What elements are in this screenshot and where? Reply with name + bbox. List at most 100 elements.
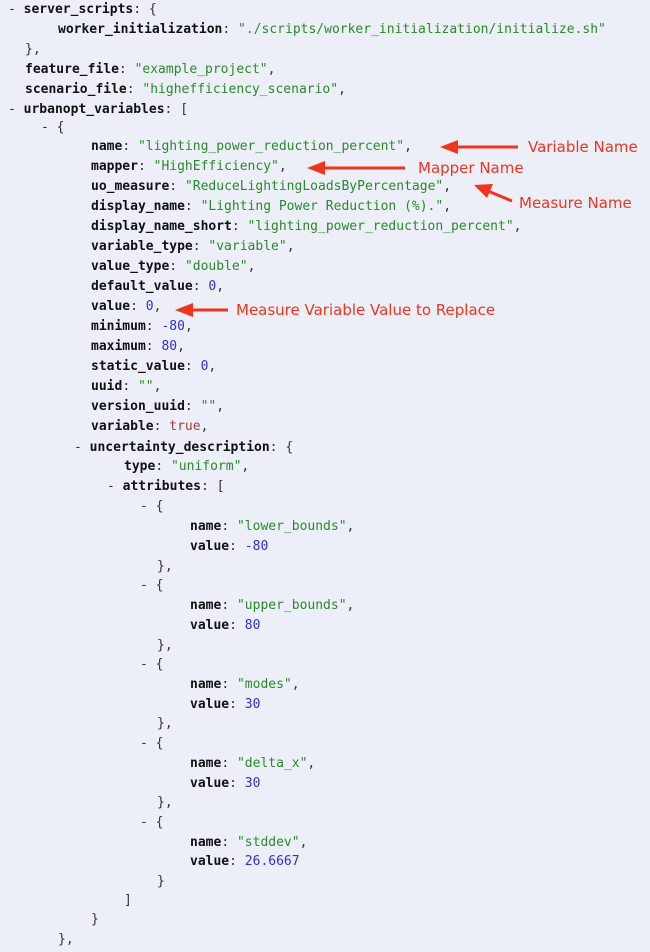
comma: , [184,319,193,334]
json-string-value: "lower_bounds" [236,519,347,534]
comma: , [208,359,217,374]
colon: : [153,419,170,434]
collapse-toggle[interactable]: - [8,2,16,17]
json-line-value: value: 30 [190,695,260,715]
json-line-type: type: "uniform", [124,457,249,477]
json-bracket-line: - { [140,497,163,517]
json-key: feature_file [25,62,119,77]
colon: : [229,776,245,791]
arrow-variable-name-icon [440,140,518,154]
json-bracket-line: ] [124,891,132,911]
json-bracket-line: }, [157,714,173,734]
comma: , [241,459,250,474]
collapse-toggle[interactable]: - [74,440,82,455]
json-number-value: 30 [244,776,261,791]
annotation-variable-name: Variable Name [528,138,638,156]
colon: : [221,519,237,534]
open-bracket: { [56,120,65,135]
colon: : [126,82,143,97]
json-key: urbanopt_variables [23,102,165,117]
json-number-value: 26.6667 [244,854,300,869]
json-key: display_name [91,199,185,214]
json-line-server-scripts: - server_scripts: { [8,0,157,20]
json-string-value: "uniform" [170,459,242,474]
collapse-toggle[interactable]: - [107,479,115,494]
colon: : [229,854,245,869]
comma: , [307,756,316,771]
open-bracket: { [155,657,164,672]
json-number-value: 80 [244,618,261,633]
annotation-measure-variable-value: Measure Variable Value to Replace [236,301,496,319]
json-string-value: "example_project" [134,62,268,77]
colon: : [192,239,209,254]
json-key: value [91,299,131,314]
json-bracket-line: - { [140,576,163,596]
colon: : [269,440,286,455]
collapse-toggle[interactable]: - [140,736,148,751]
json-line-maximum: maximum: 80, [91,337,185,357]
arrow-measure-name-icon [474,184,513,203]
json-key: display_name_short [91,219,232,234]
colon: : [221,835,237,850]
collapse-toggle[interactable]: - [140,815,148,830]
json-key: server_scripts [23,2,134,17]
colon: : [184,399,201,414]
close-bracket: } [91,912,99,927]
json-line-variable: variable: true, [91,417,208,437]
colon: : [169,179,185,194]
colon: : [122,379,138,394]
json-string-value: "lighting_power_reduction_percent" [247,219,514,234]
json-key: version_uuid [91,399,185,414]
json-bracket-line: - { [41,118,64,138]
json-bracket-line: }, [157,557,173,577]
json-key: scenario_file [25,82,127,97]
json-line-default-value: default_value: 0, [91,277,224,297]
annotation-measure-name: Measure Name [519,194,632,212]
collapse-toggle[interactable]: - [41,120,49,135]
comma: , [338,82,346,97]
json-line-feature-file: feature_file: "example_project", [25,60,275,80]
json-line-static-value: static_value: 0, [91,357,216,377]
json-key: mapper [91,159,138,174]
json-key: uncertainty_description [89,440,270,455]
json-key: value_type [91,259,170,274]
open-bracket: { [155,578,164,593]
colon: : [229,539,245,554]
comma: , [153,379,162,394]
comma: , [346,519,355,534]
json-key: value [190,697,230,712]
colon: : [221,756,237,771]
json-boolean-value: true [169,419,201,434]
annotation-mapper-name: Mapper Name [418,159,524,177]
colon: : [184,199,201,214]
json-string-value: "highefficiency_scenario" [142,82,339,97]
collapse-toggle[interactable]: - [140,578,148,593]
json-key: name [190,756,222,771]
json-line-uncertainty-description: - uncertainty_description: { [74,438,293,458]
colon: : [130,299,146,314]
json-line-version-uuid: version_uuid: "", [91,397,224,417]
collapse-toggle[interactable]: - [8,102,16,117]
json-line-value: value: -80 [190,537,268,557]
comma: , [286,239,295,254]
open-bracket: { [155,499,164,514]
open-bracket: [ [216,479,225,494]
colon: : [155,459,171,474]
json-string-value: "" [200,399,217,414]
json-bracket-line: - { [140,813,163,833]
open-bracket: { [148,2,157,17]
json-key: value [190,776,230,791]
json-key: name [190,677,222,692]
collapse-toggle[interactable]: - [140,499,148,514]
json-key: static_value [91,359,185,374]
comma: , [247,259,256,274]
json-string-value: "modes" [236,677,292,692]
close-bracket: }, [157,795,173,810]
json-bracket-line: } [157,872,165,892]
json-key: name [91,139,123,154]
colon: : [200,479,217,494]
json-line-name: name: "upper_bounds", [190,596,354,616]
collapse-toggle[interactable]: - [140,657,148,672]
json-line-attributes: - attributes: [ [107,477,224,497]
close-bracket: } [157,874,165,889]
